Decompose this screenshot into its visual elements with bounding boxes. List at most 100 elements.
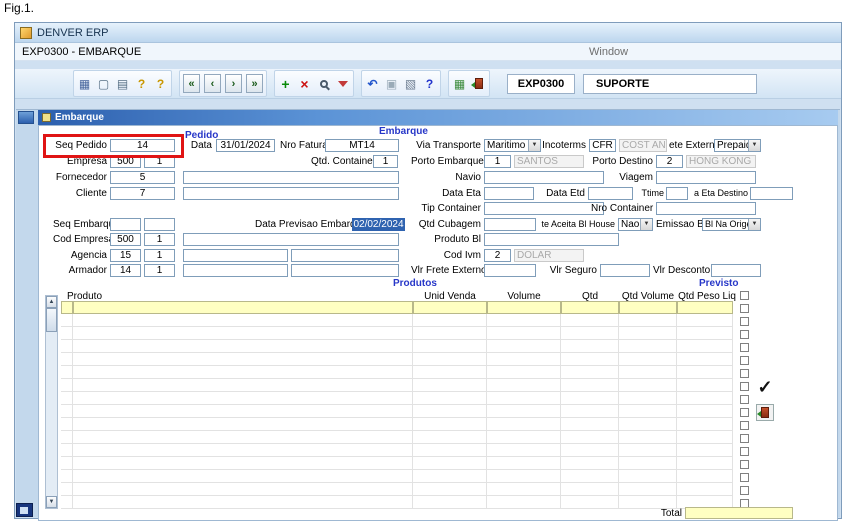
vlr-desconto-field[interactable] (711, 264, 761, 277)
row-checkbox[interactable] (740, 460, 749, 469)
cliente-field[interactable]: 7 (110, 187, 175, 200)
emissao-bl-select[interactable]: Bl Na Origem (702, 218, 761, 231)
cod-empresa-desc-field[interactable] (183, 233, 399, 246)
qtd-cubagem-field[interactable] (484, 218, 536, 231)
grid-row[interactable] (61, 496, 733, 509)
next-record-button[interactable]: › (225, 74, 242, 93)
first-record-button[interactable]: « (183, 74, 200, 93)
row-checkbox[interactable] (740, 356, 749, 365)
delete-record-button[interactable]: × (295, 72, 314, 95)
cod-empresa-cod-field[interactable]: 500 (110, 233, 141, 246)
grid-row[interactable] (61, 457, 733, 470)
grid-row[interactable] (61, 392, 733, 405)
row-checkbox[interactable] (740, 486, 749, 495)
agencia-cod-field[interactable]: 15 (110, 249, 141, 262)
undo-button[interactable]: ↶ (363, 72, 382, 95)
tip-container-field[interactable] (484, 202, 604, 215)
aceita-bl-house-select[interactable]: Nao (618, 218, 653, 231)
grid-row[interactable] (61, 431, 733, 444)
porto-destino-cod-field[interactable]: 2 (656, 155, 683, 168)
porto-embarque-cod-field[interactable]: 1 (484, 155, 511, 168)
seq-embarque-seq-field[interactable] (144, 218, 175, 231)
grid-row[interactable] (61, 340, 733, 353)
exit-grid-button[interactable] (756, 404, 774, 421)
produto-bl-field[interactable] (484, 233, 619, 246)
viagem-field[interactable] (656, 171, 756, 184)
vlr-frete-externo-field[interactable] (484, 264, 536, 277)
fornecedor-desc-field[interactable] (183, 171, 399, 184)
qtd-volume-input[interactable] (619, 301, 677, 314)
nro-container-field[interactable] (656, 202, 756, 215)
navio-field[interactable] (484, 171, 604, 184)
row-checkbox[interactable] (740, 343, 749, 352)
fornecedor-field[interactable]: 5 (110, 171, 175, 184)
child-window-icon[interactable] (18, 111, 34, 124)
incoterms-field[interactable]: CFR (589, 139, 616, 152)
agencia-desc-field-1[interactable] (183, 249, 288, 262)
data-etd-field[interactable] (588, 187, 633, 200)
notes-button[interactable]: ▧ (401, 72, 420, 95)
row-checkbox[interactable] (740, 421, 749, 430)
grid-scrollbar[interactable]: ▲ ▼ (45, 295, 58, 509)
row-checkbox[interactable] (740, 408, 749, 417)
search-record-button[interactable] (314, 72, 333, 95)
armador-seq-field[interactable]: 1 (144, 264, 175, 277)
qtd-input[interactable] (561, 301, 619, 314)
agencia-seq-field[interactable]: 1 (144, 249, 175, 262)
nro-fatura-field[interactable]: MT14 (325, 139, 399, 152)
grid-row[interactable] (61, 327, 733, 340)
row-checkbox[interactable] (740, 317, 749, 326)
vlr-seguro-field[interactable] (600, 264, 650, 277)
ttime-field[interactable] (666, 187, 688, 200)
confirm-button[interactable]: ✓ (753, 375, 777, 399)
cod-ivm-field[interactable]: 2 (484, 249, 511, 262)
data-eta-field[interactable] (484, 187, 534, 200)
row-checkbox[interactable] (740, 369, 749, 378)
save-button[interactable]: ▦ (75, 72, 94, 95)
menu-item-program[interactable]: EXP0300 - EMBARQUE (22, 46, 141, 58)
row-checkbox[interactable] (740, 473, 749, 482)
insert-record-button[interactable]: + (276, 72, 295, 95)
copy-button[interactable]: ▣ (382, 72, 401, 95)
cod-empresa-seq-field[interactable]: 1 (144, 233, 175, 246)
row-checkbox[interactable] (740, 304, 749, 313)
eta-destino-field[interactable] (750, 187, 793, 200)
produto-input[interactable] (73, 301, 413, 314)
minimized-window-tab[interactable] (16, 503, 33, 517)
grid-row[interactable] (61, 470, 733, 483)
last-record-button[interactable]: » (246, 74, 263, 93)
unid-venda-input[interactable] (413, 301, 487, 314)
armador-desc-field-1[interactable] (183, 264, 288, 277)
row-checkbox[interactable] (740, 382, 749, 391)
grid-row[interactable] (61, 483, 733, 496)
via-transporte-select[interactable]: Maritimo (484, 139, 541, 152)
grid-row[interactable] (61, 314, 733, 327)
armador-cod-field[interactable]: 14 (110, 264, 141, 277)
row-checkbox[interactable] (740, 434, 749, 443)
grid-row[interactable] (61, 418, 733, 431)
qtd-peso-liq-input[interactable] (677, 301, 733, 314)
calendar-button[interactable]: ▦ (450, 72, 469, 95)
exit-button[interactable] (469, 72, 488, 95)
menu-item-window[interactable]: Window (589, 46, 628, 58)
help-topic-button[interactable]: ? (132, 72, 151, 95)
scroll-thumb[interactable] (46, 308, 57, 332)
row-checkbox[interactable] (740, 447, 749, 456)
row-select-cell[interactable] (61, 301, 73, 314)
grid-row[interactable] (61, 379, 733, 392)
agencia-desc-field-2[interactable] (291, 249, 399, 262)
data-previsao-embarque-field[interactable]: 02/02/2024 (352, 218, 405, 231)
screen-button[interactable]: ▢ (94, 72, 113, 95)
row-checkbox[interactable] (740, 291, 749, 300)
previous-record-button[interactable]: ‹ (204, 74, 221, 93)
about-button[interactable]: ? (420, 72, 439, 95)
grid-entry-row[interactable] (61, 301, 733, 314)
grid-row[interactable] (61, 405, 733, 418)
frete-externo-select[interactable]: Prepaid (714, 139, 761, 152)
grid-row[interactable] (61, 353, 733, 366)
row-checkbox[interactable] (740, 330, 749, 339)
seq-embarque-cod-field[interactable] (110, 218, 141, 231)
help-button[interactable]: ? (151, 72, 170, 95)
cliente-desc-field[interactable] (183, 187, 399, 200)
scroll-up-button[interactable]: ▲ (46, 296, 57, 308)
